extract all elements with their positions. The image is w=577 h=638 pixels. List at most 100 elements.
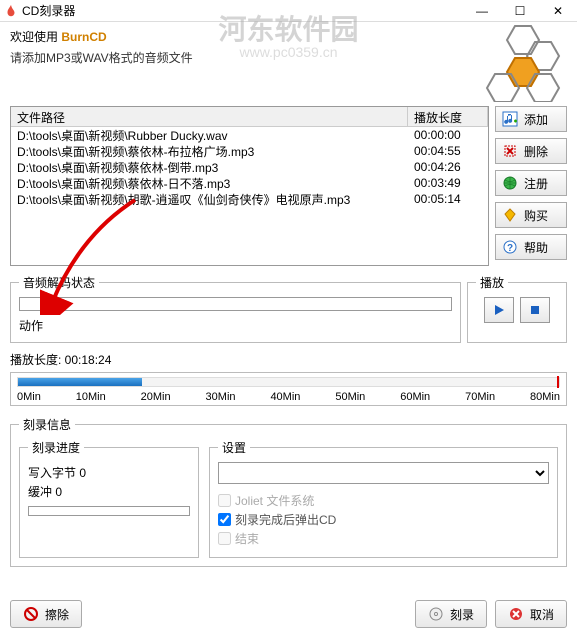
erase-label: 擦除 xyxy=(45,606,69,623)
tick-label: 0Min xyxy=(17,391,41,403)
burn-legend: 刻录信息 xyxy=(19,416,75,433)
file-duration: 00:00:00 xyxy=(408,128,488,142)
file-path: D:\tools\桌面\新视频\胡歌-逍遥叹《仙剑奇侠传》电视原声.mp3 xyxy=(11,191,408,208)
delete-label: 删除 xyxy=(524,143,548,160)
stop-button[interactable] xyxy=(520,297,550,323)
timeline-filled xyxy=(18,378,142,386)
file-path: D:\tools\桌面\新视频\蔡依林-倒带.mp3 xyxy=(11,159,408,176)
minimize-button[interactable]: — xyxy=(467,1,497,21)
buffer-label: 缓冲 xyxy=(28,485,52,499)
finalize-checkbox-row: 结束 xyxy=(218,530,549,547)
file-duration: 00:04:26 xyxy=(408,160,488,174)
joliet-checkbox xyxy=(218,494,231,507)
add-label: 添加 xyxy=(524,111,548,128)
action-label: 动作 xyxy=(19,317,452,334)
timeline-ticks: 0Min10Min20Min30Min40Min50Min60Min70Min8… xyxy=(17,391,560,403)
erase-button[interactable]: 擦除 xyxy=(10,600,82,628)
settings-legend: 设置 xyxy=(218,439,250,456)
burn-progressbar xyxy=(28,506,190,516)
globe-icon xyxy=(502,175,518,191)
timeline-limit-marker xyxy=(557,376,559,388)
eject-label: 刻录完成后弹出CD xyxy=(235,511,336,528)
titlebar: CD刻录器 — ☐ ✕ xyxy=(0,0,577,22)
delete-icon xyxy=(502,143,518,159)
tick-label: 70Min xyxy=(465,391,495,403)
play-button[interactable] xyxy=(484,297,514,323)
length-prefix: 播放长度: xyxy=(10,353,65,367)
timeline-track[interactable] xyxy=(17,377,560,387)
tick-label: 40Min xyxy=(270,391,300,403)
settings-group: 设置 Joliet 文件系统 刻录完成后弹出CD 结束 xyxy=(209,439,558,558)
disc-icon xyxy=(428,606,444,622)
burn-progress-group: 刻录进度 写入字节 0 缓冲 0 xyxy=(19,439,199,558)
help-icon: ? xyxy=(502,239,518,255)
drive-select[interactable] xyxy=(218,462,549,484)
diamond-icon xyxy=(502,207,518,223)
table-row[interactable]: D:\tools\桌面\新视频\胡歌-逍遥叹《仙剑奇侠传》电视原声.mp300:… xyxy=(11,191,488,207)
tick-label: 20Min xyxy=(141,391,171,403)
delete-button[interactable]: 删除 xyxy=(495,138,567,164)
tick-label: 60Min xyxy=(400,391,430,403)
table-row[interactable]: D:\tools\桌面\新视频\蔡依林-倒带.mp300:04:26 xyxy=(11,159,488,175)
sidebar-buttons: 添加 删除 注册 购买 ? 帮助 xyxy=(495,106,567,266)
header: 欢迎使用 BurnCD 请添加MP3或WAV格式的音频文件 xyxy=(0,22,577,106)
progress-legend: 刻录进度 xyxy=(28,439,84,456)
length-value: 00:18:24 xyxy=(65,353,112,367)
svg-text:?: ? xyxy=(507,243,513,254)
written-value: 0 xyxy=(79,466,86,480)
table-row[interactable]: D:\tools\桌面\新视频\蔡依林-日不落.mp300:03:49 xyxy=(11,175,488,191)
add-button[interactable]: 添加 xyxy=(495,106,567,132)
hexagon-logo xyxy=(477,24,567,102)
window-title: CD刻录器 xyxy=(22,2,467,19)
help-label: 帮助 xyxy=(524,239,548,256)
cancel-label: 取消 xyxy=(530,606,554,623)
burn-info-group: 刻录信息 刻录进度 写入字节 0 缓冲 0 设置 Joliet 文件系统 刻录完… xyxy=(10,416,567,567)
eject-checkbox-row[interactable]: 刻录完成后弹出CD xyxy=(218,511,549,528)
register-button[interactable]: 注册 xyxy=(495,170,567,196)
tick-label: 10Min xyxy=(76,391,106,403)
table-row[interactable]: D:\tools\桌面\新视频\Rubber Ducky.wav00:00:00 xyxy=(11,127,488,143)
cancel-button[interactable]: 取消 xyxy=(495,600,567,628)
play-length-label: 播放长度: 00:18:24 xyxy=(10,351,567,368)
help-button[interactable]: ? 帮助 xyxy=(495,234,567,260)
eject-checkbox[interactable] xyxy=(218,513,231,526)
table-row[interactable]: D:\tools\桌面\新视频\蔡依林-布拉格广场.mp300:04:55 xyxy=(11,143,488,159)
buy-button[interactable]: 购买 xyxy=(495,202,567,228)
joliet-checkbox-row: Joliet 文件系统 xyxy=(218,492,549,509)
fire-icon xyxy=(4,4,18,18)
burn-label: 刻录 xyxy=(450,606,474,623)
buffer-value: 0 xyxy=(55,485,62,499)
music-add-icon xyxy=(502,111,518,127)
erase-icon xyxy=(23,606,39,622)
buy-label: 购买 xyxy=(524,207,548,224)
joliet-label: Joliet 文件系统 xyxy=(235,492,314,509)
file-path: D:\tools\桌面\新视频\蔡依林-日不落.mp3 xyxy=(11,175,408,192)
maximize-button[interactable]: ☐ xyxy=(505,1,535,21)
col-duration[interactable]: 播放长度 xyxy=(408,107,488,126)
col-path[interactable]: 文件路径 xyxy=(11,107,408,126)
finalize-checkbox xyxy=(218,532,231,545)
timeline: 0Min10Min20Min30Min40Min50Min60Min70Min8… xyxy=(10,372,567,406)
close-button[interactable]: ✕ xyxy=(543,1,573,21)
footer: 擦除 刻录 取消 xyxy=(10,600,567,628)
tick-label: 30Min xyxy=(206,391,236,403)
finalize-label: 结束 xyxy=(235,530,259,547)
stop-icon xyxy=(528,303,542,317)
decode-progress xyxy=(19,297,452,311)
file-duration: 00:04:55 xyxy=(408,144,488,158)
play-icon xyxy=(492,303,506,317)
file-path: D:\tools\桌面\新视频\蔡依林-布拉格广场.mp3 xyxy=(11,143,408,160)
written-label: 写入字节 xyxy=(28,466,76,480)
cancel-icon xyxy=(508,606,524,622)
file-duration: 00:05:14 xyxy=(408,192,488,206)
tick-label: 80Min xyxy=(530,391,560,403)
file-path: D:\tools\桌面\新视频\Rubber Ducky.wav xyxy=(11,127,408,144)
file-list[interactable]: 文件路径 播放长度 D:\tools\桌面\新视频\Rubber Ducky.w… xyxy=(10,106,489,266)
play-group: 播放 xyxy=(467,274,567,343)
file-duration: 00:03:49 xyxy=(408,176,488,190)
decode-legend: 音频解码状态 xyxy=(19,274,99,291)
welcome-prefix: 欢迎使用 xyxy=(10,30,61,44)
burn-button[interactable]: 刻录 xyxy=(415,600,487,628)
play-legend: 播放 xyxy=(476,274,508,291)
brand-name: BurnCD xyxy=(61,30,106,44)
